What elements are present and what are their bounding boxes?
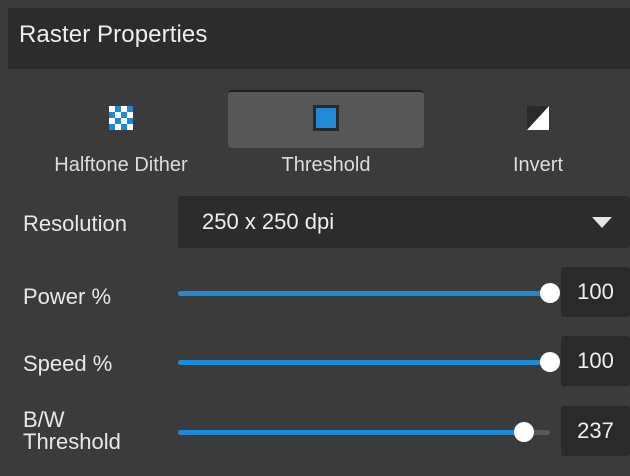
bw-threshold-label-line2: Threshold [23,429,121,454]
threshold-label: Threshold [281,154,371,176]
chevron-down-icon [592,217,612,228]
speed-slider-fill [178,360,550,365]
panel-title: Raster Properties [19,21,208,48]
speed-label: Speed % [23,351,113,376]
bw-threshold-slider[interactable] [178,418,550,446]
speed-slider[interactable] [178,348,560,376]
power-slider-thumb[interactable] [540,283,560,303]
raster-properties-panel: Raster Properties Halftone Dither Thresh… [8,8,630,476]
resolution-label: Resolution [23,211,127,236]
threshold-icon [313,105,339,131]
invert-label: Invert [512,154,564,176]
bw-threshold-value: 237 [577,418,614,443]
bw-threshold-label-line1: B/W [23,407,65,432]
halftone-dither-button[interactable]: Halftone Dither [36,90,206,186]
speed-input[interactable]: 100 [561,336,630,386]
power-input[interactable]: 100 [561,267,630,317]
bw-threshold-slider-fill [178,430,524,435]
halftone-dither-icon [109,106,133,130]
halftone-dither-label: Halftone Dither [54,154,188,176]
power-value: 100 [577,279,614,304]
power-slider[interactable] [178,279,560,307]
bw-threshold-slider-thumb[interactable] [514,422,534,442]
power-slider-fill [178,291,550,296]
resolution-value: 250 x 250 dpi [202,209,335,234]
invert-button[interactable]: Invert [478,90,598,186]
invert-icon [527,106,549,130]
speed-value: 100 [577,348,614,373]
resolution-dropdown[interactable]: 250 x 250 dpi [178,196,630,248]
bw-threshold-input[interactable]: 237 [561,406,630,456]
power-label: Power % [23,284,112,309]
panel-header: Raster Properties [8,8,630,69]
bw-threshold-label: B/W Threshold [23,409,121,453]
speed-slider-thumb[interactable] [540,352,560,372]
threshold-button[interactable]: Threshold [228,90,424,186]
